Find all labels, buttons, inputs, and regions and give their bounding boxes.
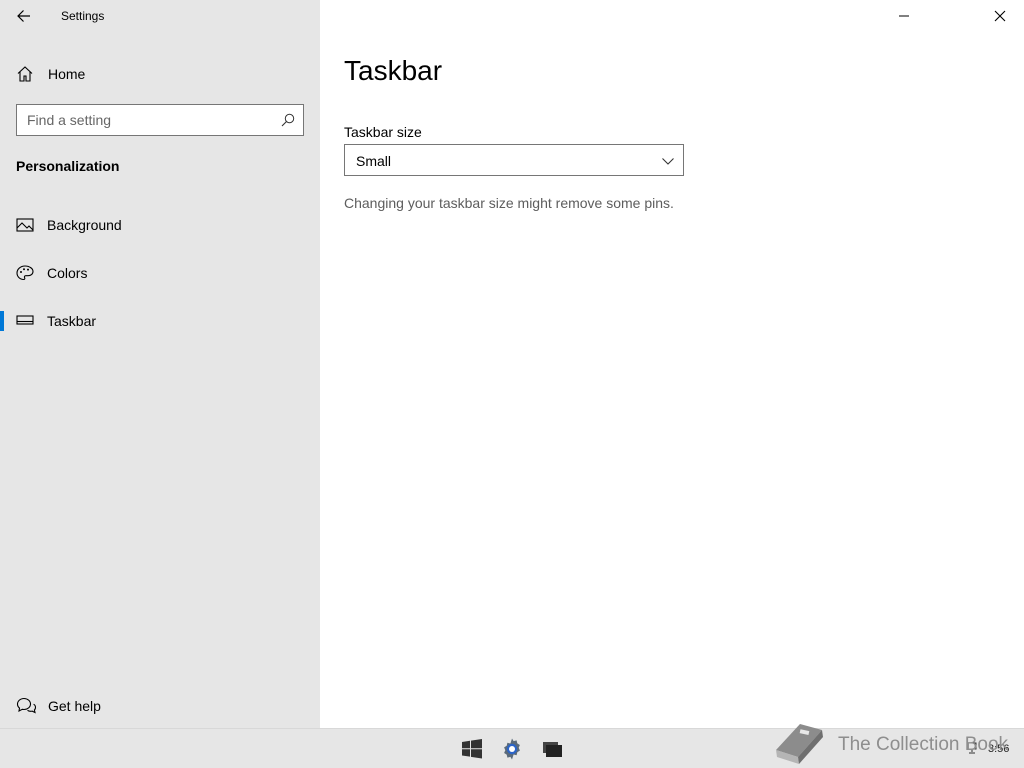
section-title: Personalization (16, 158, 120, 174)
sidebar-item-taskbar[interactable]: Taskbar (0, 301, 320, 341)
home-icon (17, 66, 33, 82)
palette-icon (16, 265, 34, 281)
minimize-icon (899, 15, 909, 17)
sidebar-item-background[interactable]: Background (0, 205, 320, 245)
taskbar-icon (16, 315, 34, 325)
get-help-label: Get help (48, 698, 101, 714)
taskbar-size-dropdown[interactable]: Small (344, 144, 684, 176)
settings-gear-icon[interactable] (500, 737, 524, 761)
app-title: Settings (61, 9, 105, 23)
picture-icon (16, 218, 34, 232)
search-icon[interactable] (281, 113, 295, 127)
minimize-button[interactable] (880, 0, 928, 32)
back-arrow-icon (17, 10, 30, 22)
taskbar-size-label: Taskbar size (344, 124, 422, 140)
taskbar-size-hint: Changing your taskbar size might remove … (344, 195, 674, 211)
sidebar-item-label: Colors (47, 265, 88, 281)
watermark-text: The Collection Book (838, 734, 1009, 755)
nav-home[interactable]: Home (0, 56, 320, 92)
page-title: Taskbar (344, 55, 443, 86)
title-bar: Settings (0, 0, 320, 32)
windows-start-icon[interactable] (460, 737, 484, 761)
get-help-link[interactable]: Get help (0, 690, 320, 722)
search-input[interactable] (17, 105, 273, 135)
close-button[interactable] (976, 0, 1024, 32)
sidebar-item-label: Background (47, 217, 122, 233)
task-view-icon[interactable] (540, 737, 564, 761)
back-button[interactable] (8, 0, 40, 32)
sidebar: Settings Home Personalization Background… (0, 0, 320, 728)
sidebar-item-colors[interactable]: Colors (0, 253, 320, 293)
selection-indicator (0, 311, 4, 331)
help-chat-icon (16, 697, 36, 714)
close-icon (994, 10, 1006, 22)
book-logo-icon (776, 724, 823, 764)
main-content: Taskbar Taskbar size Small Changing your… (320, 0, 1024, 728)
window-controls (880, 0, 1024, 32)
watermark: The Collection Book (770, 718, 1020, 768)
chevron-down-icon (662, 158, 674, 165)
nav-home-label: Home (48, 66, 86, 82)
dropdown-value: Small (356, 153, 392, 169)
search-box (16, 104, 304, 136)
sidebar-item-label: Taskbar (47, 313, 97, 329)
